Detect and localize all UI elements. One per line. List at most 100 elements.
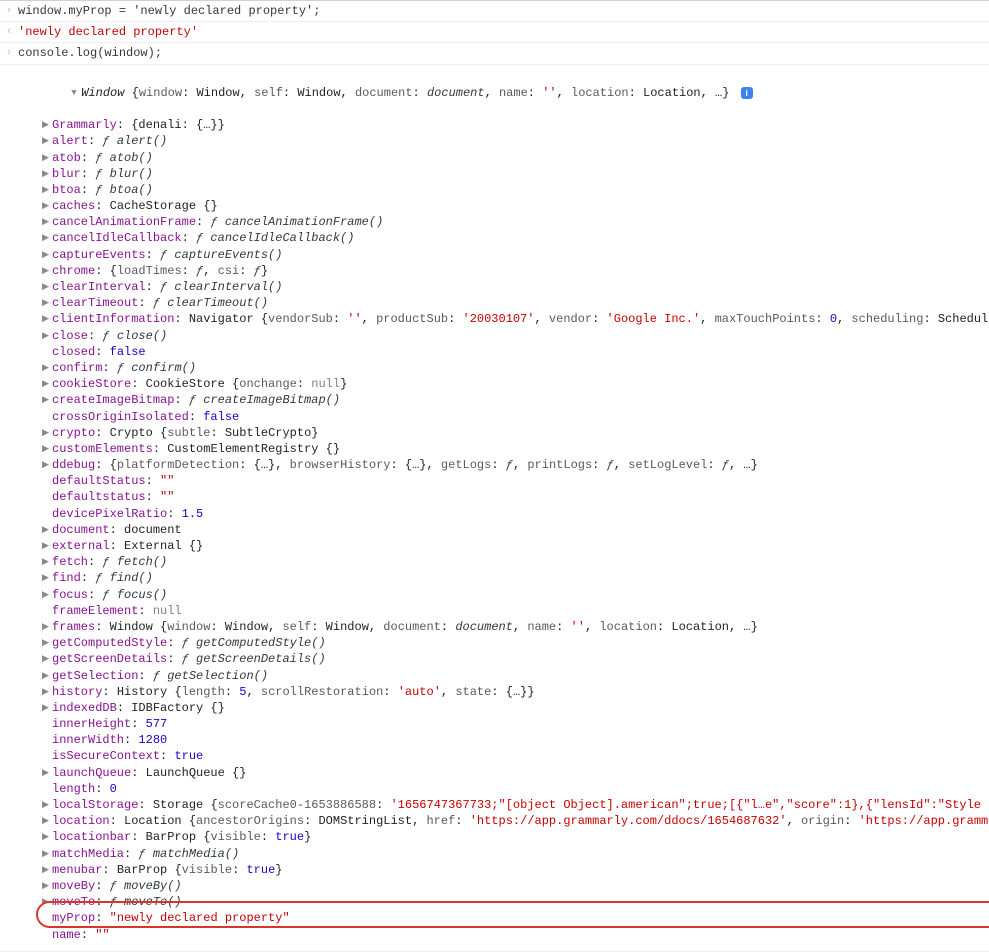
- property-row[interactable]: atob: ƒ atob(): [42, 150, 989, 166]
- property-row[interactable]: launchQueue: LaunchQueue {}: [42, 765, 989, 781]
- property-key: chrome: [52, 264, 95, 278]
- disclosure-triangle-icon[interactable]: [42, 896, 52, 908]
- property-row[interactable]: getSelection: ƒ getSelection(): [42, 668, 989, 684]
- property-row[interactable]: ddebug: {platformDetection: {…}, browser…: [42, 457, 989, 473]
- property-row[interactable]: location: Location {ancestorOrigins: DOM…: [42, 813, 989, 829]
- property-value: 1.5: [182, 507, 204, 521]
- property-row[interactable]: matchMedia: ƒ matchMedia(): [42, 846, 989, 862]
- property-row[interactable]: confirm: ƒ confirm(): [42, 360, 989, 376]
- property-row[interactable]: getScreenDetails: ƒ getScreenDetails(): [42, 651, 989, 667]
- disclosure-triangle-icon[interactable]: [42, 119, 52, 131]
- property-row[interactable]: focus: ƒ focus(): [42, 587, 989, 603]
- property-value: null: [153, 604, 182, 618]
- disclosure-triangle-icon[interactable]: [42, 330, 52, 342]
- disclosure-triangle-icon[interactable]: [42, 799, 52, 811]
- console-result-row: ‹ 'newly declared property': [0, 22, 989, 43]
- disclosure-triangle-icon[interactable]: [42, 572, 52, 584]
- disclosure-triangle-icon[interactable]: [42, 880, 52, 892]
- disclosure-triangle-icon[interactable]: [42, 232, 52, 244]
- console-panel: › window.myProp = 'newly declared proper…: [0, 0, 989, 952]
- console-input-row[interactable]: › console.log(window);: [0, 43, 989, 64]
- property-value: History {length: 5, scrollRestoration: '…: [117, 685, 535, 699]
- property-value: "newly declared property": [110, 911, 290, 925]
- console-input-row[interactable]: › window.myProp = 'newly declared proper…: [0, 1, 989, 22]
- disclosure-triangle-icon[interactable]: [42, 378, 52, 390]
- disclosure-triangle-icon[interactable]: [42, 200, 52, 212]
- property-row[interactable]: getComputedStyle: ƒ getComputedStyle(): [42, 635, 989, 651]
- disclosure-triangle-icon[interactable]: [42, 152, 52, 164]
- disclosure-triangle-icon[interactable]: [42, 168, 52, 180]
- property-row[interactable]: Grammarly: {denali: {…}}: [42, 117, 989, 133]
- property-row[interactable]: locationbar: BarProp {visible: true}: [42, 829, 989, 845]
- property-row[interactable]: clearInterval: ƒ clearInterval(): [42, 279, 989, 295]
- property-row[interactable]: moveTo: ƒ moveTo(): [42, 894, 989, 910]
- property-row[interactable]: cancelAnimationFrame: ƒ cancelAnimationF…: [42, 214, 989, 230]
- property-key: closed: [52, 345, 95, 359]
- disclosure-triangle-icon[interactable]: [42, 637, 52, 649]
- disclosure-triangle-icon[interactable]: [42, 556, 52, 568]
- disclosure-triangle-icon[interactable]: [42, 670, 52, 682]
- property-row[interactable]: createImageBitmap: ƒ createImageBitmap(): [42, 392, 989, 408]
- property-row[interactable]: history: History {length: 5, scrollResto…: [42, 684, 989, 700]
- disclosure-triangle-icon[interactable]: [42, 848, 52, 860]
- property-row[interactable]: document: document: [42, 522, 989, 538]
- property-row[interactable]: close: ƒ close(): [42, 328, 989, 344]
- property-row[interactable]: fetch: ƒ fetch(): [42, 554, 989, 570]
- property-value: CacheStorage {}: [110, 199, 218, 213]
- disclosure-triangle-icon[interactable]: [42, 313, 52, 325]
- disclosure-triangle-icon[interactable]: [42, 831, 52, 843]
- property-value: ƒ close(): [102, 329, 167, 343]
- property-row[interactable]: find: ƒ find(): [42, 570, 989, 586]
- property-row[interactable]: customElements: CustomElementRegistry {}: [42, 441, 989, 457]
- property-row[interactable]: cookieStore: CookieStore {onchange: null…: [42, 376, 989, 392]
- property-row[interactable]: chrome: {loadTimes: ƒ, csi: ƒ}: [42, 263, 989, 279]
- property-row[interactable]: captureEvents: ƒ captureEvents(): [42, 247, 989, 263]
- disclosure-triangle-icon[interactable]: [42, 815, 52, 827]
- disclosure-triangle-icon[interactable]: [42, 589, 52, 601]
- property-row[interactable]: crypto: Crypto {subtle: SubtleCrypto}: [42, 425, 989, 441]
- property-row[interactable]: frames: Window {window: Window, self: Wi…: [42, 619, 989, 635]
- property-row[interactable]: blur: ƒ blur(): [42, 166, 989, 182]
- property-row: name: "": [42, 927, 989, 943]
- property-row[interactable]: alert: ƒ alert(): [42, 133, 989, 149]
- property-row[interactable]: btoa: ƒ btoa(): [42, 182, 989, 198]
- property-key: defaultStatus: [52, 474, 146, 488]
- disclosure-triangle-icon[interactable]: [42, 135, 52, 147]
- property-row[interactable]: localStorage: Storage {scoreCache0-16538…: [42, 797, 989, 813]
- property-row[interactable]: clientInformation: Navigator {vendorSub:…: [42, 311, 989, 327]
- object-header[interactable]: Window {window: Window, self: Window, do…: [28, 69, 989, 118]
- property-row[interactable]: cancelIdleCallback: ƒ cancelIdleCallback…: [42, 230, 989, 246]
- property-row[interactable]: caches: CacheStorage {}: [42, 198, 989, 214]
- disclosure-triangle-icon[interactable]: [71, 87, 81, 99]
- disclosure-triangle-icon[interactable]: [42, 249, 52, 261]
- disclosure-triangle-icon[interactable]: [42, 362, 52, 374]
- property-key: history: [52, 685, 102, 699]
- disclosure-triangle-icon[interactable]: [42, 540, 52, 552]
- property-key: clearInterval: [52, 280, 146, 294]
- property-row[interactable]: indexedDB: IDBFactory {}: [42, 700, 989, 716]
- disclosure-triangle-icon[interactable]: [42, 184, 52, 196]
- disclosure-triangle-icon[interactable]: [42, 653, 52, 665]
- property-row[interactable]: moveBy: ƒ moveBy(): [42, 878, 989, 894]
- disclosure-triangle-icon[interactable]: [42, 394, 52, 406]
- disclosure-triangle-icon[interactable]: [42, 767, 52, 779]
- property-key: frameElement: [52, 604, 138, 618]
- property-row[interactable]: menubar: BarProp {visible: true}: [42, 862, 989, 878]
- property-row[interactable]: clearTimeout: ƒ clearTimeout(): [42, 295, 989, 311]
- disclosure-triangle-icon[interactable]: [42, 864, 52, 876]
- disclosure-triangle-icon[interactable]: [42, 265, 52, 277]
- property-key: myProp: [52, 911, 95, 925]
- disclosure-triangle-icon[interactable]: [42, 281, 52, 293]
- disclosure-triangle-icon[interactable]: [42, 443, 52, 455]
- disclosure-triangle-icon[interactable]: [42, 297, 52, 309]
- disclosure-triangle-icon[interactable]: [42, 621, 52, 633]
- info-icon[interactable]: i: [741, 87, 753, 99]
- disclosure-triangle-icon[interactable]: [42, 427, 52, 439]
- disclosure-triangle-icon[interactable]: [42, 216, 52, 228]
- disclosure-triangle-icon[interactable]: [42, 686, 52, 698]
- disclosure-triangle-icon[interactable]: [42, 459, 52, 471]
- disclosure-triangle-icon[interactable]: [42, 702, 52, 714]
- property-row[interactable]: external: External {}: [42, 538, 989, 554]
- property-value: 577: [146, 717, 168, 731]
- disclosure-triangle-icon[interactable]: [42, 524, 52, 536]
